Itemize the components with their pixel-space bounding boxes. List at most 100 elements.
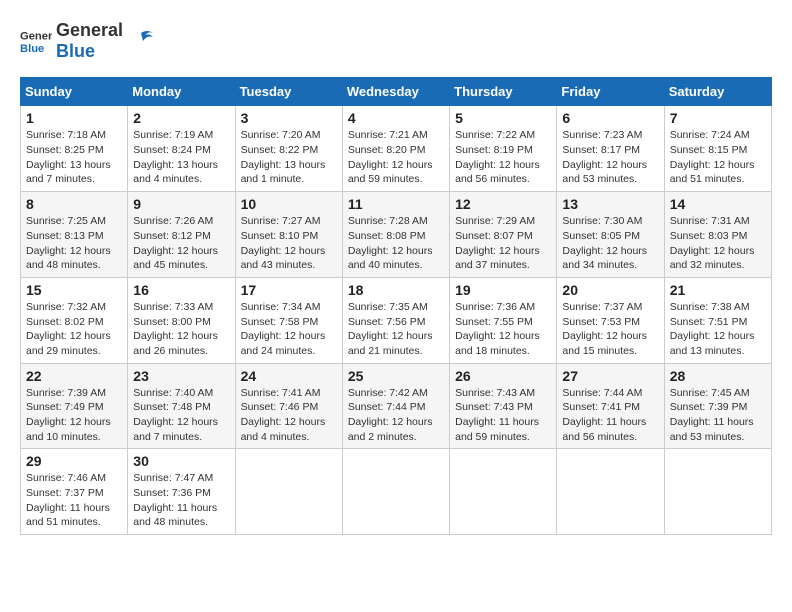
calendar-cell: 26Sunrise: 7:43 AM Sunset: 7:43 PM Dayli…	[450, 363, 557, 449]
day-info: Sunrise: 7:31 AM Sunset: 8:03 PM Dayligh…	[670, 214, 766, 273]
calendar-cell: 13 Sunrise: 7:30 AM Sunset: 8:05 PM Dayli…	[557, 192, 664, 278]
calendar-cell: 21Sunrise: 7:38 AM Sunset: 7:51 PM Dayli…	[664, 277, 771, 363]
calendar-cell: 18 Sunrise: 7:35 AM Sunset: 7:56 PM Dayli…	[342, 277, 449, 363]
calendar-cell: 16Sunrise: 7:33 AM Sunset: 8:00 PM Dayli…	[128, 277, 235, 363]
day-info: Sunrise: 7:25 AM Sunset: 8:13 PM Dayligh…	[26, 214, 122, 273]
day-info: Sunrise: 7:47 AM Sunset: 7:36 PM Dayligh…	[133, 471, 229, 530]
day-info: Sunrise: 7:19 AM Sunset: 8:24 PM Dayligh…	[133, 128, 229, 187]
day-number: 9	[133, 196, 229, 212]
day-info: Sunrise: 7:41 AM Sunset: 7:46 PM Dayligh…	[241, 386, 337, 445]
day-info: Sunrise: 7:30 AM Sunset: 8:05 PM Dayligh…	[562, 214, 658, 273]
day-info: Sunrise: 7:40 AM Sunset: 7:48 PM Dayligh…	[133, 386, 229, 445]
calendar-cell: 5 Sunrise: 7:22 AM Sunset: 8:19 PM Daylig…	[450, 106, 557, 192]
calendar-cell: 9 Sunrise: 7:26 AM Sunset: 8:12 PM Daylig…	[128, 192, 235, 278]
day-number: 10	[241, 196, 337, 212]
day-info: Sunrise: 7:36 AM Sunset: 7:55 PM Dayligh…	[455, 300, 551, 359]
calendar-cell: 15 Sunrise: 7:32 AM Sunset: 8:02 PM Dayli…	[21, 277, 128, 363]
calendar-week-5: 29 Sunrise: 7:46 AM Sunset: 7:37 PM Dayli…	[21, 449, 772, 535]
day-number: 3	[241, 110, 337, 126]
day-info: Sunrise: 7:20 AM Sunset: 8:22 PM Dayligh…	[241, 128, 337, 187]
day-info: Sunrise: 7:24 AM Sunset: 8:15 PM Dayligh…	[670, 128, 766, 187]
calendar-cell: 28 Sunrise: 7:45 AM Sunset: 7:39 PM Dayli…	[664, 363, 771, 449]
day-number: 1	[26, 110, 122, 126]
weekday-header-friday: Friday	[557, 78, 664, 106]
logo-icon: General Blue	[20, 25, 52, 57]
weekday-header-saturday: Saturday	[664, 78, 771, 106]
day-info: Sunrise: 7:28 AM Sunset: 8:08 PM Dayligh…	[348, 214, 444, 273]
day-info: Sunrise: 7:29 AM Sunset: 8:07 PM Dayligh…	[455, 214, 551, 273]
svg-text:Blue: Blue	[20, 43, 44, 55]
day-number: 28	[670, 368, 766, 384]
calendar-cell	[664, 449, 771, 535]
day-number: 13	[562, 196, 658, 212]
day-info: Sunrise: 7:44 AM Sunset: 7:41 PM Dayligh…	[562, 386, 658, 445]
day-number: 30	[133, 453, 229, 469]
day-info: Sunrise: 7:26 AM Sunset: 8:12 PM Dayligh…	[133, 214, 229, 273]
calendar-cell: 23 Sunrise: 7:40 AM Sunset: 7:48 PM Dayli…	[128, 363, 235, 449]
day-info: Sunrise: 7:27 AM Sunset: 8:10 PM Dayligh…	[241, 214, 337, 273]
day-info: Sunrise: 7:22 AM Sunset: 8:19 PM Dayligh…	[455, 128, 551, 187]
calendar-cell: 20 Sunrise: 7:37 AM Sunset: 7:53 PM Dayli…	[557, 277, 664, 363]
calendar-cell: 4 Sunrise: 7:21 AM Sunset: 8:20 PM Daylig…	[342, 106, 449, 192]
calendar-cell	[342, 449, 449, 535]
day-info: Sunrise: 7:45 AM Sunset: 7:39 PM Dayligh…	[670, 386, 766, 445]
weekday-header-thursday: Thursday	[450, 78, 557, 106]
day-number: 19	[455, 282, 551, 298]
logo-bird-icon	[127, 27, 155, 55]
day-info: Sunrise: 7:46 AM Sunset: 7:37 PM Dayligh…	[26, 471, 122, 530]
day-number: 18	[348, 282, 444, 298]
day-number: 12	[455, 196, 551, 212]
calendar-cell: 17Sunrise: 7:34 AM Sunset: 7:58 PM Dayli…	[235, 277, 342, 363]
day-number: 17	[241, 282, 337, 298]
day-number: 22	[26, 368, 122, 384]
weekday-header-sunday: Sunday	[21, 78, 128, 106]
day-number: 15	[26, 282, 122, 298]
day-number: 21	[670, 282, 766, 298]
day-info: Sunrise: 7:32 AM Sunset: 8:02 PM Dayligh…	[26, 300, 122, 359]
logo-blue: Blue	[56, 41, 123, 62]
day-number: 25	[348, 368, 444, 384]
day-info: Sunrise: 7:21 AM Sunset: 8:20 PM Dayligh…	[348, 128, 444, 187]
day-number: 23	[133, 368, 229, 384]
day-number: 5	[455, 110, 551, 126]
calendar-cell: 29 Sunrise: 7:46 AM Sunset: 7:37 PM Dayli…	[21, 449, 128, 535]
calendar-week-2: 8Sunrise: 7:25 AM Sunset: 8:13 PM Daylig…	[21, 192, 772, 278]
calendar-week-4: 22Sunrise: 7:39 AM Sunset: 7:49 PM Dayli…	[21, 363, 772, 449]
day-info: Sunrise: 7:18 AM Sunset: 8:25 PM Dayligh…	[26, 128, 122, 187]
calendar-cell: 19 Sunrise: 7:36 AM Sunset: 7:55 PM Dayli…	[450, 277, 557, 363]
day-number: 6	[562, 110, 658, 126]
day-number: 29	[26, 453, 122, 469]
logo: General Blue General Blue	[20, 20, 155, 61]
calendar-cell	[235, 449, 342, 535]
weekday-header-tuesday: Tuesday	[235, 78, 342, 106]
day-info: Sunrise: 7:37 AM Sunset: 7:53 PM Dayligh…	[562, 300, 658, 359]
calendar-cell: 1 Sunrise: 7:18 AM Sunset: 8:25 PM Daylig…	[21, 106, 128, 192]
calendar-cell: 10 Sunrise: 7:27 AM Sunset: 8:10 PM Dayli…	[235, 192, 342, 278]
page-header: General Blue General Blue	[20, 20, 772, 61]
day-number: 14	[670, 196, 766, 212]
day-number: 24	[241, 368, 337, 384]
day-number: 2	[133, 110, 229, 126]
calendar-cell: 12 Sunrise: 7:29 AM Sunset: 8:07 PM Dayli…	[450, 192, 557, 278]
calendar-week-1: 1 Sunrise: 7:18 AM Sunset: 8:25 PM Daylig…	[21, 106, 772, 192]
day-number: 11	[348, 196, 444, 212]
calendar-week-3: 15 Sunrise: 7:32 AM Sunset: 8:02 PM Dayli…	[21, 277, 772, 363]
day-info: Sunrise: 7:35 AM Sunset: 7:56 PM Dayligh…	[348, 300, 444, 359]
calendar-cell: 3 Sunrise: 7:20 AM Sunset: 8:22 PM Daylig…	[235, 106, 342, 192]
day-number: 26	[455, 368, 551, 384]
calendar-cell: 7Sunrise: 7:24 AM Sunset: 8:15 PM Daylig…	[664, 106, 771, 192]
svg-text:General: General	[20, 30, 52, 42]
calendar-cell: 6 Sunrise: 7:23 AM Sunset: 8:17 PM Daylig…	[557, 106, 664, 192]
day-info: Sunrise: 7:23 AM Sunset: 8:17 PM Dayligh…	[562, 128, 658, 187]
weekday-header-monday: Monday	[128, 78, 235, 106]
calendar-cell	[557, 449, 664, 535]
calendar-cell: 14 Sunrise: 7:31 AM Sunset: 8:03 PM Dayli…	[664, 192, 771, 278]
weekday-header-wednesday: Wednesday	[342, 78, 449, 106]
day-number: 4	[348, 110, 444, 126]
calendar-cell: 25Sunrise: 7:42 AM Sunset: 7:44 PM Dayli…	[342, 363, 449, 449]
day-number: 20	[562, 282, 658, 298]
calendar-cell: 24 Sunrise: 7:41 AM Sunset: 7:46 PM Dayli…	[235, 363, 342, 449]
calendar-table: SundayMondayTuesdayWednesdayThursdayFrid…	[20, 77, 772, 535]
calendar-cell: 30 Sunrise: 7:47 AM Sunset: 7:36 PM Dayli…	[128, 449, 235, 535]
calendar-cell: 8Sunrise: 7:25 AM Sunset: 8:13 PM Daylig…	[21, 192, 128, 278]
